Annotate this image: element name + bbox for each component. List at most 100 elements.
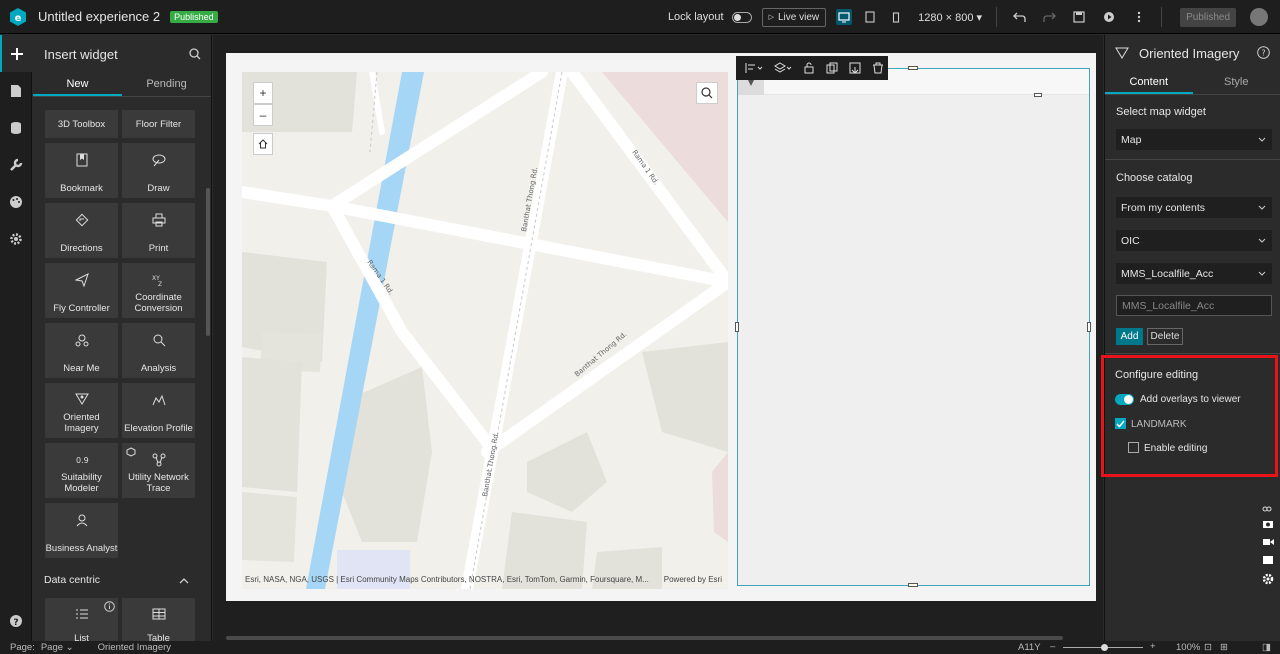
widget-tile-business-analyst[interactable]: Business Analyst bbox=[45, 503, 118, 558]
duplicate-icon[interactable] bbox=[823, 59, 841, 77]
settings-gear-icon[interactable] bbox=[0, 220, 32, 257]
publish-button[interactable]: Published bbox=[1180, 7, 1236, 27]
landmark-checkbox[interactable] bbox=[1115, 418, 1126, 429]
widget-tile-bookmark[interactable]: Bookmark bbox=[45, 143, 118, 198]
camera-icon[interactable] bbox=[1262, 519, 1280, 537]
resize-handle-bottom[interactable] bbox=[908, 583, 918, 587]
widget-tile-utility-network-trace[interactable]: Utility Network Trace bbox=[122, 443, 195, 498]
tab-style[interactable]: Style bbox=[1193, 71, 1280, 94]
landmark-layer-label: LANDMARK bbox=[1131, 419, 1187, 430]
search-icon bbox=[701, 87, 713, 99]
canvas-horizontal-scrollbar[interactable] bbox=[226, 636, 1063, 640]
data-icon[interactable] bbox=[0, 109, 32, 146]
catalog-item-input[interactable]: MMS_Localfile_Acc bbox=[1116, 295, 1272, 316]
toggle-panel-icon[interactable]: ◨ bbox=[1262, 642, 1271, 653]
widget-tile-fly-controller[interactable]: Fly Controller bbox=[45, 263, 118, 318]
app-title[interactable]: Untitled experience 2 bbox=[38, 9, 160, 24]
widget-tile-directions[interactable]: Directions bbox=[45, 203, 118, 258]
map-widget[interactable]: Rama 1 Rd. Banthat Thong Rd. Rama 1 Rd. … bbox=[242, 72, 728, 589]
enable-editing-checkbox[interactable] bbox=[1128, 442, 1139, 453]
link-icon[interactable] bbox=[1262, 505, 1280, 519]
info-icon[interactable] bbox=[104, 601, 115, 612]
redo-icon[interactable] bbox=[1041, 9, 1057, 25]
page-icon[interactable] bbox=[0, 72, 32, 109]
widget-label: Directions bbox=[60, 243, 103, 254]
widget-tile-oriented-imagery[interactable]: Oriented Imagery bbox=[45, 383, 118, 438]
preview-icon[interactable] bbox=[1101, 9, 1117, 25]
svg-text:0.9: 0.9 bbox=[76, 456, 89, 465]
toolbar-divider bbox=[1161, 7, 1163, 27]
selected-widget-breadcrumb[interactable]: Oriented Imagery bbox=[98, 642, 171, 653]
delete-icon[interactable] bbox=[869, 59, 887, 77]
phone-device-icon[interactable] bbox=[888, 9, 904, 25]
catalog-oic-select[interactable]: OIC bbox=[1116, 230, 1272, 251]
help-icon[interactable]: ? bbox=[1257, 46, 1270, 59]
resize-handle-right[interactable] bbox=[1087, 322, 1091, 332]
unlock-icon[interactable] bbox=[800, 59, 818, 77]
suitability-modeler-icon: 0.9 bbox=[75, 453, 89, 467]
help-icon[interactable]: ? bbox=[9, 614, 23, 628]
lock-layout-toggle[interactable] bbox=[731, 11, 752, 23]
map-search-button[interactable] bbox=[696, 82, 718, 104]
undo-icon[interactable] bbox=[1011, 9, 1027, 25]
widget-tile-table[interactable]: Table bbox=[122, 598, 195, 641]
zoom-in-icon[interactable]: + bbox=[1150, 641, 1156, 652]
insert-widget-icon[interactable] bbox=[0, 35, 32, 72]
delete-button[interactable]: Delete bbox=[1147, 328, 1183, 345]
widget-panel-scrollbar[interactable] bbox=[206, 188, 210, 336]
more-icon[interactable] bbox=[1131, 9, 1147, 25]
video-icon[interactable] bbox=[1262, 537, 1280, 555]
resize-handle-inner[interactable] bbox=[1034, 93, 1042, 97]
fit-page-icon[interactable]: ⊞ bbox=[1220, 642, 1228, 653]
widget-tile-suitability-modeler[interactable]: 0.9 Suitability Modeler bbox=[45, 443, 118, 498]
wrench-icon[interactable] bbox=[0, 146, 32, 183]
layers-icon[interactable] bbox=[771, 59, 795, 77]
tab-new[interactable]: New bbox=[33, 73, 122, 96]
zoom-slider-thumb[interactable] bbox=[1101, 644, 1108, 651]
a11y-label[interactable]: A11Y bbox=[1018, 642, 1041, 653]
widget-tile-analysis[interactable]: Analysis bbox=[122, 323, 195, 378]
live-view-button[interactable]: ▷ Live view bbox=[761, 7, 827, 27]
add-overlays-switch[interactable] bbox=[1115, 394, 1134, 405]
save-icon[interactable] bbox=[1071, 9, 1087, 25]
widget-tile-3d-toolbox[interactable]: 3D Toolbox bbox=[45, 110, 118, 138]
chevron-up-icon[interactable] bbox=[179, 578, 189, 584]
zoom-percent[interactable]: 100% bbox=[1176, 642, 1200, 653]
gear-icon[interactable] bbox=[1262, 573, 1280, 591]
zoom-in-button[interactable]: + bbox=[253, 82, 273, 104]
align-icon[interactable] bbox=[742, 59, 766, 77]
home-button[interactable] bbox=[253, 133, 273, 155]
widget-tile-near-me[interactable]: Near Me bbox=[45, 323, 118, 378]
directions-icon bbox=[75, 213, 89, 227]
add-button[interactable]: Add bbox=[1116, 328, 1143, 345]
widget-tile-elevation-profile[interactable]: Elevation Profile bbox=[122, 383, 195, 438]
theme-palette-icon[interactable] bbox=[0, 183, 32, 220]
desktop-device-icon[interactable] bbox=[836, 9, 853, 25]
zoom-out-icon[interactable]: – bbox=[1050, 641, 1055, 652]
fit-width-icon[interactable]: ⊡ bbox=[1204, 642, 1212, 653]
widget-tile-floor-filter[interactable]: Floor Filter bbox=[122, 110, 195, 138]
data-centric-section[interactable]: Data centric bbox=[44, 574, 100, 586]
gallery-icon[interactable] bbox=[1262, 555, 1280, 573]
tab-content[interactable]: Content bbox=[1105, 71, 1193, 94]
tablet-device-icon[interactable] bbox=[862, 9, 878, 25]
catalog-item-select[interactable]: MMS_Localfile_Acc bbox=[1116, 263, 1272, 284]
widget-tile-coordinate-conversion[interactable]: XY Z Coordinate Conversion bbox=[122, 263, 195, 318]
search-icon[interactable] bbox=[189, 48, 201, 60]
save-as-template-icon[interactable] bbox=[846, 59, 864, 77]
widget-tile-draw[interactable]: Draw bbox=[122, 143, 195, 198]
experience-builder-logo[interactable]: e bbox=[8, 7, 28, 27]
widget-tile-list[interactable]: List bbox=[45, 598, 118, 641]
widget-tile-print[interactable]: Print bbox=[122, 203, 195, 258]
oriented-imagery-widget[interactable] bbox=[737, 68, 1090, 586]
resolution-dropdown[interactable]: 1280 × 800 ▾ bbox=[918, 11, 982, 24]
resize-handle-left[interactable] bbox=[735, 322, 739, 332]
zoom-out-button[interactable]: – bbox=[253, 104, 273, 126]
powered-by-esri[interactable]: Powered by Esri bbox=[664, 575, 722, 584]
map-widget-select[interactable]: Map bbox=[1116, 129, 1272, 150]
avatar[interactable] bbox=[1250, 8, 1268, 26]
page-select[interactable]: Page ⌄ bbox=[41, 642, 74, 653]
resize-handle-top[interactable] bbox=[908, 66, 918, 70]
tab-pending[interactable]: Pending bbox=[122, 73, 211, 96]
catalog-source-select[interactable]: From my contents bbox=[1116, 197, 1272, 218]
